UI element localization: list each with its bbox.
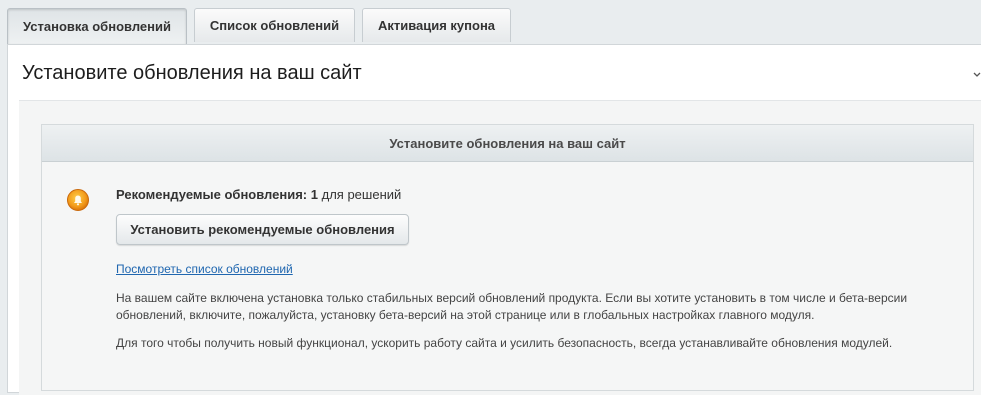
tab-bar: Установка обновлений Список обновлений А…	[0, 0, 981, 44]
tab-coupon-activation[interactable]: Активация купона	[362, 8, 511, 42]
recommended-label: Рекомендуемые обновления:	[116, 187, 308, 202]
warning-bell-icon	[66, 188, 90, 212]
tab-label: Установка обновлений	[23, 19, 171, 34]
page-title: Установите обновления на ваш сайт	[22, 62, 362, 84]
card-heading: Установите обновления на ваш сайт	[42, 125, 973, 162]
recommended-updates-line: Рекомендуемые обновления: 1 для решений	[116, 187, 401, 202]
tab-install-updates[interactable]: Установка обновлений	[7, 8, 187, 44]
main-panel: Установите обновления на ваш сайт Устано…	[7, 44, 981, 395]
chevron-down-icon[interactable]	[973, 71, 981, 79]
tab-label: Активация купона	[377, 18, 496, 33]
view-updates-list-link[interactable]: Посмотреть список обновлений	[116, 262, 293, 276]
tab-label: Список обновлений	[209, 18, 340, 33]
updates-card: Установите обновления на ваш сайт Рекоме…	[41, 124, 974, 391]
panel-body: Установите обновления на ваш сайт Рекоме…	[19, 100, 981, 395]
recommended-suffix: для решений	[321, 187, 402, 202]
install-recommended-button[interactable]: Установить рекомендуемые обновления	[116, 214, 409, 245]
recommended-count: 1	[310, 187, 318, 202]
beta-notice-text: На вашем сайте включена установка только…	[116, 291, 908, 322]
tab-updates-list[interactable]: Список обновлений	[194, 8, 355, 42]
security-notice-text: Для того чтобы получить новый функционал…	[116, 336, 893, 350]
